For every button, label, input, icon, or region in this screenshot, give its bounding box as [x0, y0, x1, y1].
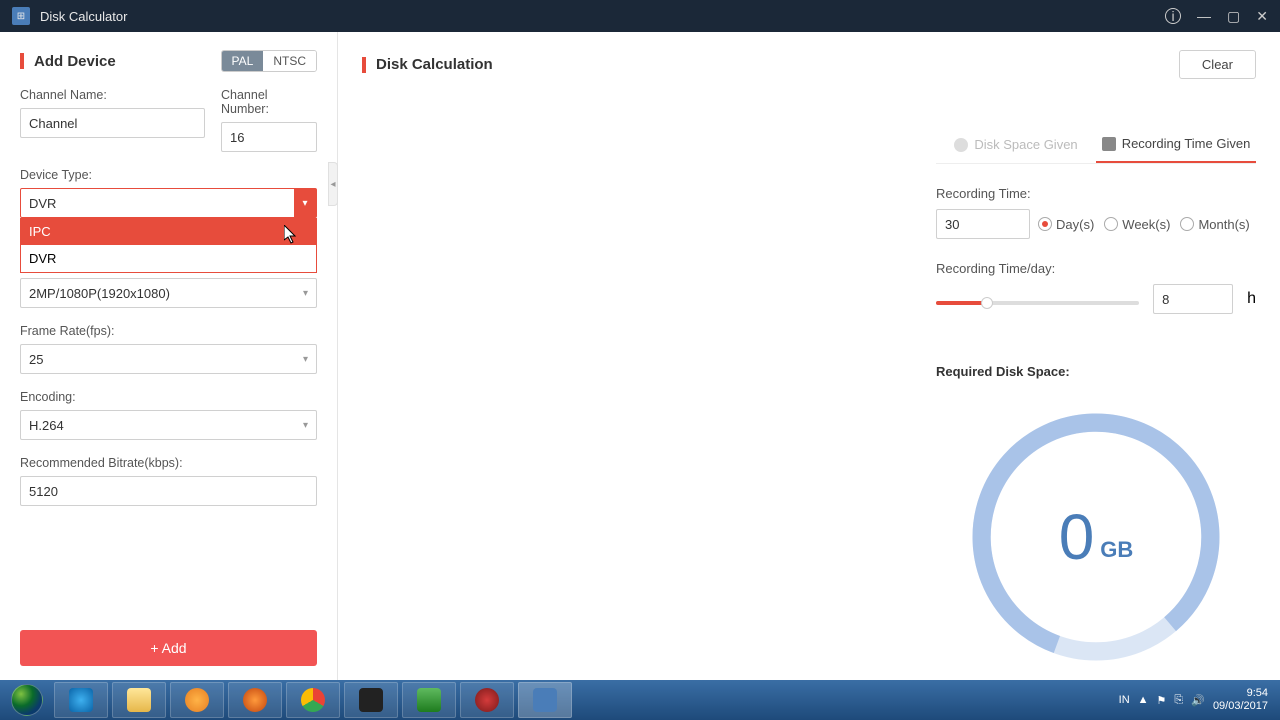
channel-name-label: Channel Name: — [20, 88, 205, 102]
chevron-down-icon: ▾ — [303, 288, 308, 299]
add-device-title: Add Device — [20, 53, 116, 70]
channel-name-input[interactable] — [20, 108, 205, 138]
tray-volume-icon[interactable]: 🔊 — [1191, 694, 1205, 707]
taskbar-cmd[interactable] — [344, 682, 398, 718]
tab-disk-space-given[interactable]: Disk Space Given — [936, 126, 1096, 163]
tray-lang[interactable]: IN — [1119, 694, 1130, 706]
bitrate-label: Recommended Bitrate(kbps): — [20, 456, 317, 470]
frame-rate-value: 25 — [29, 352, 43, 367]
recording-time-field: Recording Time: Day(s) Week(s) Month(s) — [936, 186, 1256, 239]
radio-days[interactable]: Day(s) — [1038, 217, 1094, 232]
sidebar: ◂ Add Device PAL NTSC Channel Name: Chan… — [0, 32, 338, 680]
tray-network-icon[interactable]: ⎘ — [1174, 694, 1183, 707]
info-icon[interactable]: i — [1165, 8, 1181, 24]
mouse-cursor — [284, 225, 300, 245]
time-unit-radio-group: Day(s) Week(s) Month(s) — [1038, 217, 1250, 232]
start-button[interactable] — [4, 682, 50, 718]
taskbar-firefox[interactable] — [228, 682, 282, 718]
taskbar-recorder[interactable] — [460, 682, 514, 718]
required-space-label: Required Disk Space: — [936, 364, 1256, 379]
tray-time: 9:54 — [1213, 687, 1268, 700]
chevron-down-icon: ▾ — [303, 354, 308, 365]
taskbar-disk-calculator[interactable] — [518, 682, 572, 718]
clear-button[interactable]: Clear — [1179, 50, 1256, 79]
resolution-value: 2MP/1080P(1920x1080) — [29, 286, 170, 301]
taskbar-media[interactable] — [170, 682, 224, 718]
tray-flag-icon[interactable]: ▲ — [1138, 694, 1149, 706]
device-type-label: Device Type: — [20, 168, 317, 182]
chevron-down-icon: ▾ — [303, 420, 308, 431]
recording-time-label: Recording Time: — [936, 186, 1256, 201]
right-panel: Disk Space Given Recording Time Given Re… — [936, 126, 1256, 667]
recording-per-day-label: Recording Time/day: — [936, 261, 1256, 276]
resolution-select[interactable]: 2MP/1080P(1920x1080) ▾ — [20, 278, 317, 308]
minimize-button[interactable]: — — [1197, 8, 1211, 24]
device-type-dropdown-list: IPC DVR — [20, 218, 317, 273]
disk-space-gauge: 0 GB — [966, 407, 1226, 667]
taskbar-excel[interactable] — [402, 682, 456, 718]
taskbar-explorer[interactable] — [112, 682, 166, 718]
tray-date: 09/03/2017 — [1213, 700, 1268, 713]
standard-toggle[interactable]: PAL NTSC — [221, 50, 317, 72]
encoding-value: H.264 — [29, 418, 64, 433]
channel-number-input[interactable] — [221, 122, 317, 152]
app-icon: ⊞ — [12, 7, 30, 25]
taskbar-chrome[interactable] — [286, 682, 340, 718]
taskbar: IN ▲ ⚑ ⎘ 🔊 9:54 09/03/2017 — [0, 680, 1280, 720]
encoding-label: Encoding: — [20, 390, 317, 404]
tab-recording-time-given[interactable]: Recording Time Given — [1096, 126, 1256, 163]
tab-time-label: Recording Time Given — [1122, 136, 1251, 151]
frame-rate-select[interactable]: 25 ▾ — [20, 344, 317, 374]
system-tray: IN ▲ ⚑ ⎘ 🔊 9:54 09/03/2017 — [1119, 687, 1276, 713]
recording-time-input[interactable] — [936, 209, 1030, 239]
taskbar-ie[interactable] — [54, 682, 108, 718]
gauge-unit: GB — [1100, 537, 1133, 563]
tray-clock[interactable]: 9:54 09/03/2017 — [1213, 687, 1268, 713]
pal-toggle[interactable]: PAL — [222, 51, 264, 71]
window-title: Disk Calculator — [40, 9, 1165, 24]
recording-per-day-field: Recording Time/day: h — [936, 261, 1256, 314]
section-title-text: Add Device — [34, 53, 116, 70]
radio-weeks[interactable]: Week(s) — [1104, 217, 1170, 232]
frame-rate-label: Frame Rate(fps): — [20, 324, 317, 338]
titlebar: ⊞ Disk Calculator i — ▢ ✕ — [0, 0, 1280, 32]
hours-input[interactable] — [1153, 284, 1233, 314]
bitrate-input[interactable] — [20, 476, 317, 506]
sidebar-collapse-handle[interactable]: ◂ — [328, 162, 338, 206]
tab-disk-label: Disk Space Given — [974, 137, 1077, 152]
main-title-text: Disk Calculation — [376, 56, 493, 73]
gauge-value: 0 — [1059, 500, 1095, 574]
mode-tabs: Disk Space Given Recording Time Given — [936, 126, 1256, 164]
hours-slider[interactable] — [936, 301, 1139, 305]
hours-unit: h — [1247, 290, 1256, 308]
device-type-option-dvr[interactable]: DVR — [21, 245, 316, 272]
main-panel: Disk Calculation Clear Disk Space Given … — [338, 32, 1280, 680]
time-icon — [1102, 137, 1116, 151]
device-type-select[interactable]: DVR ▾ IPC DVR — [20, 188, 317, 218]
encoding-select[interactable]: H.264 ▾ — [20, 410, 317, 440]
channel-number-label: Channel Number: — [221, 88, 317, 116]
add-button[interactable]: + Add — [20, 630, 317, 666]
close-button[interactable]: ✕ — [1256, 8, 1268, 25]
device-type-value: DVR — [29, 196, 56, 211]
disk-icon — [954, 138, 968, 152]
maximize-button[interactable]: ▢ — [1227, 8, 1240, 25]
ntsc-toggle[interactable]: NTSC — [263, 51, 316, 71]
disk-calculation-title: Disk Calculation — [362, 56, 493, 73]
chevron-down-icon[interactable]: ▾ — [294, 189, 316, 217]
device-type-option-ipc[interactable]: IPC — [21, 218, 316, 245]
radio-months[interactable]: Month(s) — [1180, 217, 1249, 232]
tray-action-center-icon[interactable]: ⚑ — [1157, 694, 1167, 707]
window-controls: i — ▢ ✕ — [1165, 8, 1268, 25]
